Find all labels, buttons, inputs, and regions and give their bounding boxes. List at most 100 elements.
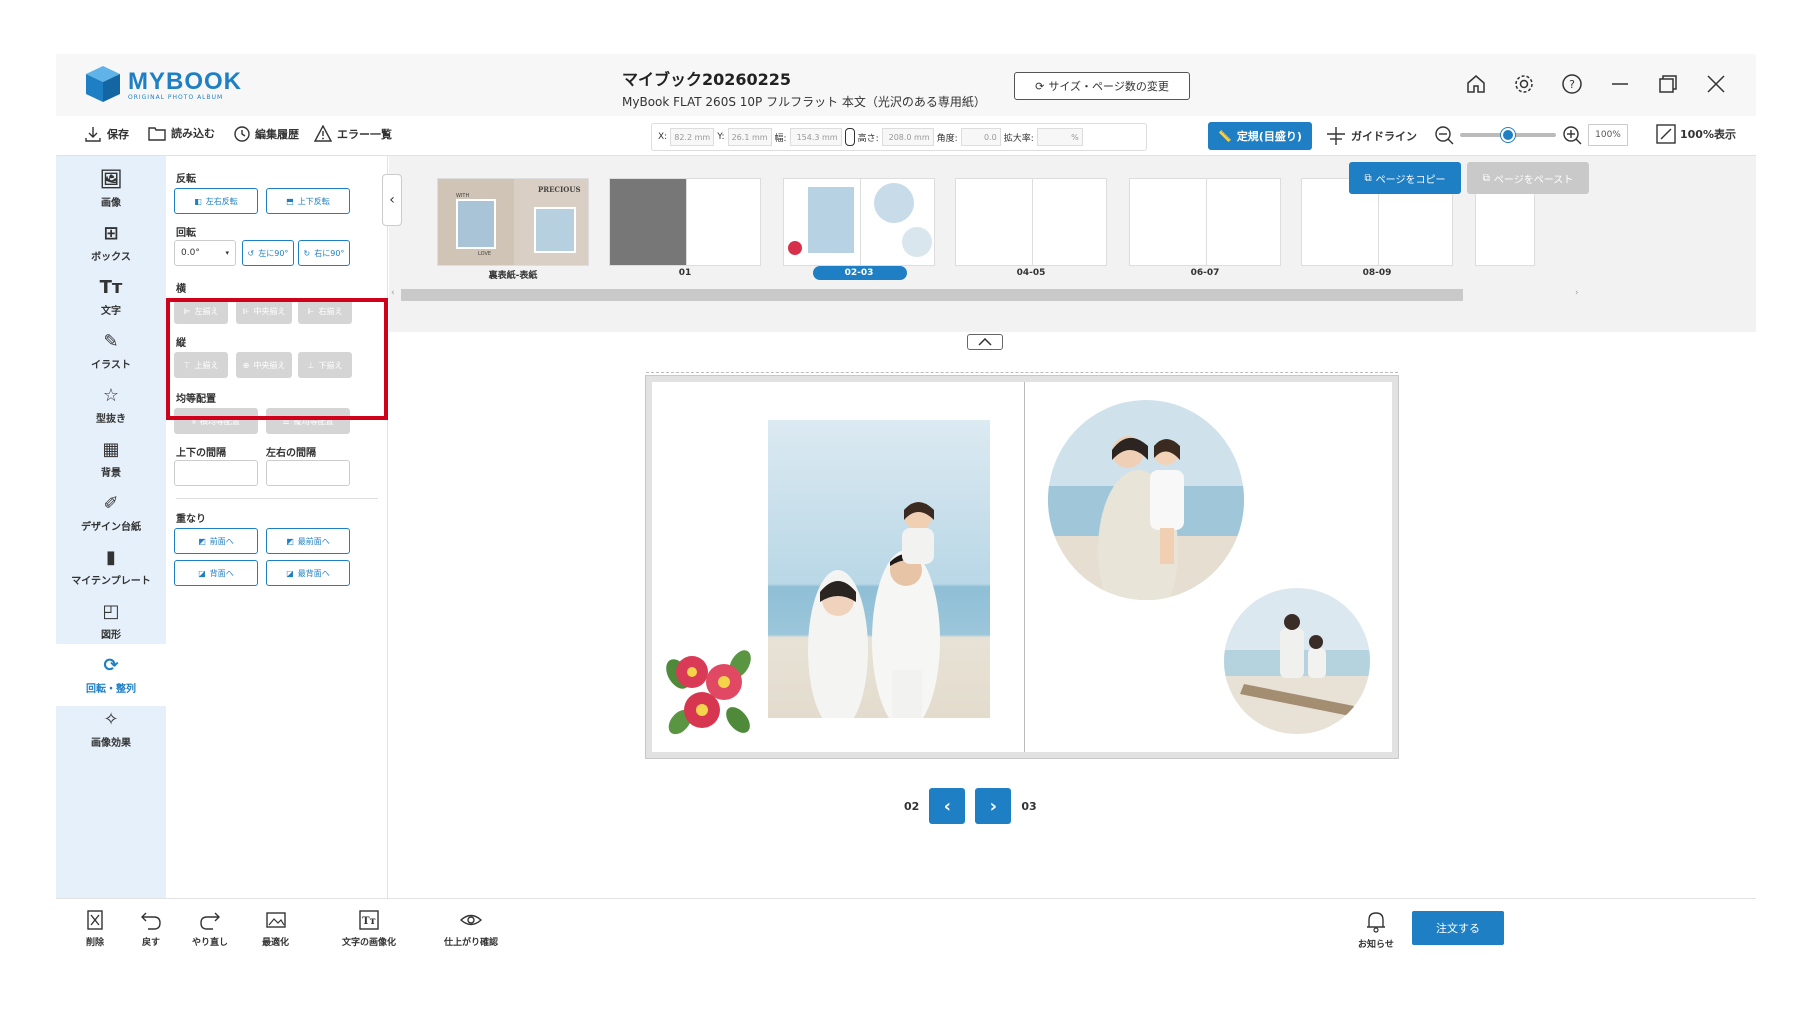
flip-v-icon: ⬒ (286, 196, 294, 206)
refresh-icon: ⟳ (1035, 79, 1045, 93)
notice-label: お知らせ (1358, 940, 1394, 950)
rotate-angle-value: 0.0° (181, 248, 200, 258)
home-icon[interactable] (1462, 70, 1490, 98)
redo-button[interactable]: やり直し (192, 909, 228, 948)
rail-item-10[interactable]: ✧ 画像効果 (56, 698, 166, 760)
scale-field[interactable]: % (1036, 128, 1083, 146)
document-name: マイブック20260225 (622, 70, 792, 89)
y-field[interactable]: 26.1 mm (727, 128, 772, 146)
page-thumb-06-07[interactable] (1129, 178, 1281, 266)
flip-vertical-button[interactable]: ⬒ 上下反転 (266, 188, 350, 214)
strip-collapse-button[interactable] (967, 334, 1003, 350)
rotate-right-label: 右に90° (314, 248, 345, 258)
y-label: Y: (717, 132, 725, 142)
zoom-in-icon[interactable] (1562, 125, 1582, 145)
zoom-field[interactable]: 100% (1588, 124, 1628, 146)
text-to-image-button[interactable]: Tт 文字の画像化 (342, 909, 396, 948)
import-button[interactable]: 読み込む (148, 125, 215, 141)
close-icon[interactable] (1702, 70, 1730, 98)
copy-page-button[interactable]: ⧉ ページをコピー (1349, 162, 1461, 194)
fit-100-button[interactable]: 100%表示 (1656, 124, 1736, 144)
gap-horizontal-input[interactable] (266, 460, 350, 486)
eye-icon (459, 914, 483, 926)
undo-button[interactable]: 戻す (140, 909, 162, 948)
rail-item-7[interactable]: ▮ マイテンプレート (56, 536, 166, 598)
rotate-angle-select[interactable]: 0.0° ▾ (174, 240, 236, 266)
notice-button[interactable]: お知らせ (1358, 909, 1394, 950)
guideline-button[interactable]: ガイドライン (1326, 126, 1417, 146)
checker-icon: ▦ (102, 439, 120, 460)
ruler-button[interactable]: 📏 定規(目盛り) (1208, 122, 1312, 150)
mother-daughter-photo-circle[interactable] (1048, 400, 1244, 600)
send-backward-label: 背面へ (209, 568, 234, 578)
gear-icon[interactable] (1510, 70, 1538, 98)
delete-button[interactable]: 削除 (86, 909, 104, 948)
alignment-highlight-box (166, 298, 388, 420)
optimize-button[interactable]: 最適化 (262, 909, 289, 948)
paste-page-button[interactable]: ⧉ ページをペースト (1467, 162, 1589, 194)
minimize-icon[interactable] (1606, 70, 1634, 98)
strip-scrollbar[interactable] (401, 289, 1463, 301)
rail-item-6[interactable]: ✐ デザイン台紙 (56, 482, 166, 544)
flip-horizontal-button[interactable]: ◧ 左右反転 (174, 188, 258, 214)
page-thumb-04-05[interactable] (955, 178, 1107, 266)
rotate-right-button[interactable]: ↻ 右に90° (298, 240, 350, 266)
flip-title: 反転 (176, 174, 196, 185)
fit-100-label: 100%表示 (1680, 128, 1736, 141)
family-photo-rect[interactable] (768, 420, 990, 718)
error-list-button[interactable]: エラー一覧 (314, 125, 392, 142)
page-label-08-09: 08-09 (1362, 268, 1392, 278)
send-backward-button[interactable]: ◪ 背面へ (174, 560, 258, 586)
height-field[interactable]: 208.0 mm (881, 128, 934, 146)
preview-button[interactable]: 仕上がり確認 (444, 909, 498, 948)
aspect-lock-icon[interactable] (844, 128, 855, 146)
camellia-illustration[interactable] (658, 644, 762, 740)
pager-right-number: 03 (1021, 799, 1037, 813)
scroll-left-arrow-icon[interactable]: ‹ (391, 288, 395, 298)
rail-item-1[interactable]: ⊞ ボックス (56, 212, 166, 274)
bring-forward-button[interactable]: ◩ 前面へ (174, 528, 258, 554)
save-button[interactable]: 保存 (84, 125, 129, 143)
zoom-slider[interactable] (1460, 128, 1556, 142)
rail-item-5[interactable]: ▦ 背景 (56, 428, 166, 490)
document-title-block: マイブック20260225 MyBook FLAT 260S 10P フルフラッ… (622, 66, 986, 110)
previous-page-button[interactable]: ‹ (929, 788, 966, 824)
angle-field[interactable]: 0.0 (960, 128, 1001, 146)
next-page-button[interactable]: › (975, 788, 1012, 824)
page-thumb-cover[interactable]: PRECIOUS WITH LOVE (437, 178, 589, 266)
rotate-left-button[interactable]: ↺ 左に90° (242, 240, 294, 266)
zoom-slider-knob[interactable] (1501, 128, 1515, 142)
history-button[interactable]: 編集履歴 (232, 125, 299, 143)
panel-collapse-button[interactable]: ‹ (382, 174, 402, 226)
page-thumb-01[interactable] (609, 178, 761, 266)
cover-text-precious: PRECIOUS (538, 185, 581, 194)
scroll-right-arrow-icon[interactable]: › (1575, 288, 1579, 298)
download-icon (85, 127, 101, 142)
width-label: 幅: (774, 133, 787, 144)
help-icon[interactable]: ? (1558, 70, 1586, 98)
restore-icon[interactable] (1654, 70, 1682, 98)
rail-item-label: 文字 (101, 306, 121, 317)
page-thumb-02-03[interactable] (783, 178, 935, 266)
width-field[interactable]: 154.3 mm (789, 128, 842, 146)
bring-forward-icon: ◩ (198, 536, 206, 546)
rail-item-0[interactable]: 🖼 画像 (56, 158, 166, 220)
x-field[interactable]: 82.2 mm (670, 128, 715, 146)
beach-log-photo-circle[interactable] (1224, 588, 1370, 734)
page-strip: PRECIOUS WITH LOVE 裏表紙-表紙 01 02-03 04-05… (389, 156, 1756, 332)
folder-icon (148, 127, 166, 141)
order-button[interactable]: 注文する (1412, 911, 1504, 945)
guideline-icon (1327, 127, 1345, 145)
rail-item-8[interactable]: ◰ 図形 (56, 590, 166, 652)
bring-to-front-button[interactable]: ◩ 最前面へ (266, 528, 350, 554)
bring-forward-label: 前面へ (209, 536, 234, 546)
size-change-button[interactable]: ⟳ サイズ・ページ数の変更 (1014, 72, 1190, 100)
rail-item-label: 図形 (101, 630, 121, 641)
rail-item-3[interactable]: ✎ イラスト (56, 320, 166, 382)
send-to-back-button[interactable]: ◪ 最背面へ (266, 560, 350, 586)
rail-item-9[interactable]: ⟳ 回転・整列 (56, 644, 166, 706)
zoom-out-icon[interactable] (1434, 125, 1454, 145)
gap-vertical-input[interactable] (174, 460, 258, 486)
rail-item-2[interactable]: Tт 文字 (56, 266, 166, 328)
rail-item-4[interactable]: ☆ 型抜き (56, 374, 166, 436)
